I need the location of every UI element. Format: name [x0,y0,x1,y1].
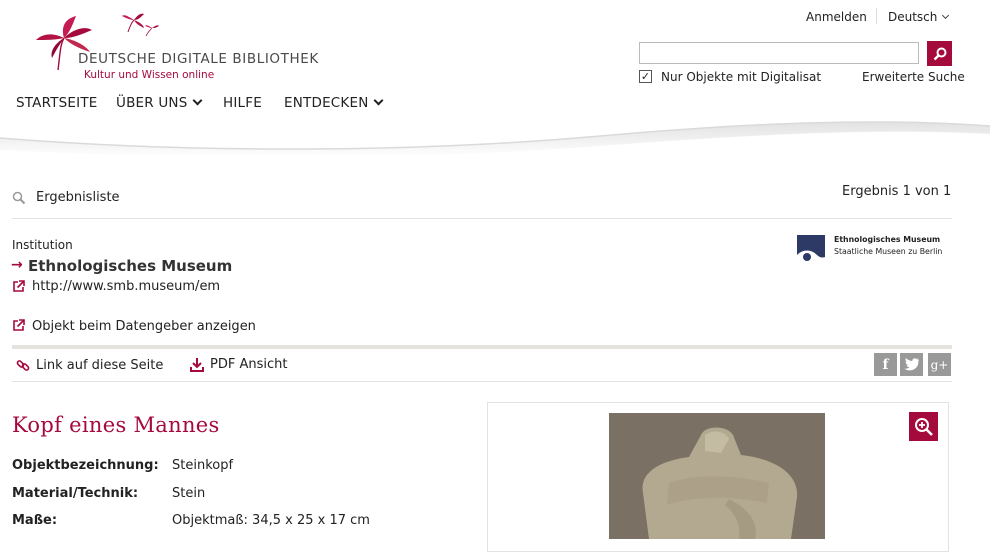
chevron-down-icon [373,95,383,106]
checkmark-icon: ✓ [640,70,651,83]
nav-label: STARTSEITE [16,95,98,111]
institution-heading: Institution [12,238,73,252]
twitter-share-button[interactable] [900,353,923,376]
pdf-view-label: PDF Ansicht [210,357,288,372]
external-link-icon [13,280,25,292]
field-value-masse: Objektmaß: 34,5 x 25 x 17 cm [172,513,370,528]
language-select[interactable]: Deutsch [888,10,950,24]
object-image[interactable] [609,413,825,539]
field-label-material: Material/Technik: [12,486,139,501]
institution-logo[interactable]: Ethnologisches Museum Staatliche Museen … [797,233,952,267]
language-label: Deutsch [888,10,938,24]
header-separator [876,8,877,24]
magnifier-icon [12,191,26,204]
divider [12,218,952,219]
nav-item-hilfe[interactable]: HILFE [223,95,262,111]
header-wave-divider [0,121,990,158]
digitalisat-checkbox[interactable]: ✓ [639,70,652,83]
object-title: Kopf eines Mannes [12,413,220,437]
field-label-masse: Maße: [12,513,58,528]
digitalisat-label: Nur Objekte mit Digitalisat [661,70,822,84]
field-value-material: Stein [172,486,206,501]
login-link[interactable]: Anmelden [806,10,867,24]
chevron-down-icon [942,11,950,20]
nav-item-ueber-uns[interactable]: ÜBER UNS [116,95,202,111]
link-to-page-button[interactable]: Link auf diese Seite [16,358,163,373]
googleplus-share-button[interactable]: g+ [928,353,951,376]
nav-item-startseite[interactable]: STARTSEITE [16,95,98,111]
institution-url-link[interactable]: http://www.smb.museum/em [32,279,220,294]
museum-logo-icon [797,235,825,265]
logo-title: DEUTSCHE DIGITALE BIBLIOTHEK [78,51,319,67]
institution-name-link[interactable]: Ethnologisches Museum [28,257,232,275]
museum-logo-line2: Staatliche Museen zu Berlin [834,247,943,256]
zoom-button[interactable] [909,412,938,441]
chevron-down-icon [192,95,202,106]
facebook-share-button[interactable]: f [874,353,897,376]
link-to-page-label: Link auf diese Seite [36,358,164,373]
stone-head-image [609,413,825,539]
museum-logo-line1: Ethnologisches Museum [834,235,941,244]
search-button[interactable] [927,41,952,66]
googleplus-icon: g+ [930,357,949,372]
field-value-objektbezeichnung: Steinkopf [172,458,234,473]
download-icon [190,358,204,372]
search-input[interactable] [639,42,919,64]
result-counter: Ergebnis 1 von 1 [842,184,952,199]
facebook-icon: f [882,356,889,373]
provider-link[interactable]: Objekt beim Datengeber anzeigen [32,319,256,334]
pdf-view-button[interactable]: PDF Ansicht [190,357,287,372]
nav-label: HILFE [223,95,262,111]
field-label-objektbezeichnung: Objektbezeichnung: [12,458,159,473]
back-to-results[interactable]: Ergebnisliste [12,190,120,205]
advanced-search-link[interactable]: Erweiterte Suche [862,70,965,84]
search-icon [933,47,946,60]
section-divider-thick [12,345,952,349]
nav-label: ENTDECKEN [284,95,369,111]
chain-link-icon [16,360,30,371]
logo-subtitle: Kultur und Wissen online [84,69,215,81]
nav-label: ÜBER UNS [116,95,188,111]
external-link-icon [13,319,25,331]
back-to-results-label: Ergebnisliste [36,190,120,205]
twitter-icon [904,358,919,371]
arrow-right-icon: → [11,257,23,273]
nav-item-entdecken[interactable]: ENTDECKEN [284,95,383,111]
zoom-in-icon [914,417,933,436]
divider [12,381,952,382]
